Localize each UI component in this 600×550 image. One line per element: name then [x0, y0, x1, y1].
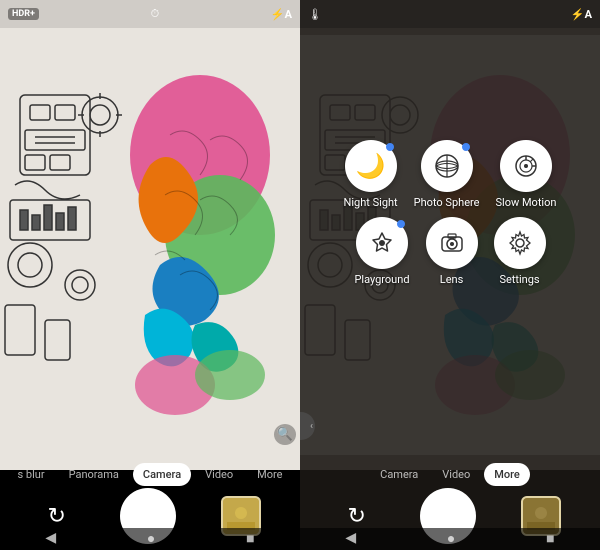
temp-icon: 🌡 [308, 8, 322, 21]
back-button-left[interactable]: ◀ [45, 530, 56, 546]
slow-motion-icon-circle [500, 140, 552, 192]
flash-icon-left: ⚡A [271, 8, 292, 21]
night-sight-dot [386, 143, 394, 151]
sphere-icon [434, 153, 460, 179]
mode-menu: 🌙 Night Sight Photo Sphere [300, 140, 600, 286]
playground-dot [397, 220, 405, 228]
settings-icon-circle [494, 217, 546, 269]
slow-motion-label: Slow Motion [495, 196, 556, 209]
nav-bar-left: ◀ ● ■ [0, 528, 300, 550]
slow-motion-icon [513, 153, 539, 179]
playground-label: Playground [354, 273, 409, 286]
mode-settings[interactable]: Settings [494, 217, 546, 286]
nav-bar-right: ◀ ● ■ [300, 528, 600, 550]
mode-row-2: Playground Lens [354, 217, 545, 286]
right-camera-panel: 🌡 ⚡A 🌙 Night Sight [300, 0, 600, 550]
recents-button-left[interactable]: ■ [246, 530, 254, 547]
moon-icon: 🌙 [356, 152, 386, 180]
tab-camera-right[interactable]: Camera [370, 463, 428, 486]
mode-lens[interactable]: Lens [426, 217, 478, 286]
playground-icon [369, 230, 395, 256]
mode-tabs-right: Camera Video More [300, 456, 600, 492]
hdr-badge: HDR+ [8, 8, 39, 20]
mode-tabs-left: s blur Panorama Camera Video More [0, 456, 300, 492]
photo-sphere-icon-circle [421, 140, 473, 192]
mode-photo-sphere[interactable]: Photo Sphere [414, 140, 480, 209]
settings-label: Settings [499, 273, 539, 286]
tab-camera[interactable]: Camera [133, 463, 191, 486]
lens-label: Lens [440, 273, 464, 286]
lens-icon-circle [426, 217, 478, 269]
mode-slow-motion[interactable]: Slow Motion [495, 140, 556, 209]
status-bar-right: 🌡 ⚡A [300, 0, 600, 28]
tab-video-right[interactable]: Video [432, 463, 480, 486]
photo-sphere-label: Photo Sphere [414, 196, 480, 209]
night-sight-icon-circle: 🌙 [345, 140, 397, 192]
mode-row-1: 🌙 Night Sight Photo Sphere [344, 140, 557, 209]
flash-icon-right: ⚡A [571, 8, 592, 21]
settings-gear-icon [507, 230, 533, 256]
home-button-right[interactable]: ● [447, 530, 455, 547]
photo-sphere-dot [462, 143, 470, 151]
recents-button-right[interactable]: ■ [546, 530, 554, 547]
mode-playground[interactable]: Playground [354, 217, 409, 286]
left-camera-panel: HDR+ ⏱ ⚡A 🔍 s blur Panorama Camera Video… [0, 0, 300, 550]
mode-night-sight[interactable]: 🌙 Night Sight [344, 140, 398, 209]
home-button-left[interactable]: ● [147, 530, 155, 547]
tab-more-right[interactable]: More [484, 463, 530, 486]
status-bar-left: HDR+ ⏱ ⚡A [0, 0, 300, 28]
playground-icon-circle [356, 217, 408, 269]
lens-icon [439, 230, 465, 256]
night-sight-label: Night Sight [344, 196, 398, 209]
timer-icon: ⏱ [151, 7, 160, 21]
tab-lens-blur[interactable]: s blur [8, 463, 55, 486]
zoom-icon[interactable]: 🔍 [274, 426, 296, 442]
tab-video[interactable]: Video [195, 463, 243, 486]
tab-more-left[interactable]: More [247, 463, 292, 486]
back-button-right[interactable]: ◀ [345, 530, 356, 546]
camera-viewfinder-left [0, 0, 300, 470]
tab-panorama[interactable]: Panorama [59, 463, 129, 486]
